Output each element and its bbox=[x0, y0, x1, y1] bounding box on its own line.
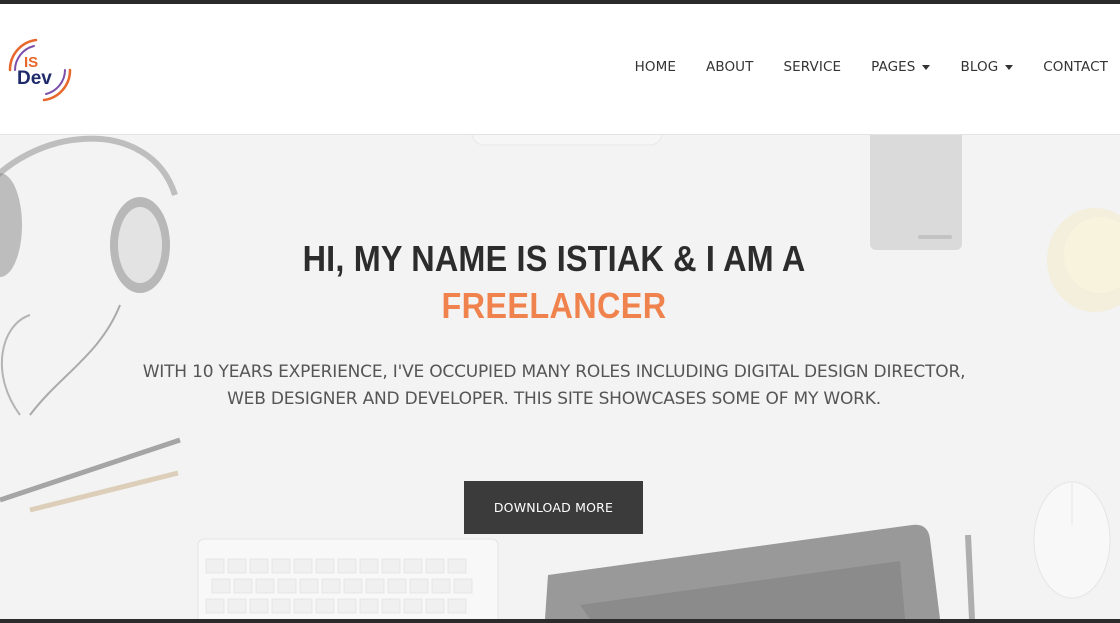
nav-item-label: HOME bbox=[634, 59, 676, 75]
main-nav: HOME ABOUT SERVICE PAGES BLOG CONTACT bbox=[605, 59, 1108, 75]
nav-item-label: CONTACT bbox=[1043, 59, 1108, 75]
site-logo[interactable]: IS Dev bbox=[4, 34, 76, 106]
download-more-button[interactable]: DOWNLOAD MORE bbox=[464, 481, 643, 534]
logo-mark-icon: IS Dev bbox=[8, 38, 72, 102]
site-header: IS Dev HOME ABOUT SERVICE PAGES BLOG CON… bbox=[0, 4, 1120, 135]
nav-item-service[interactable]: SERVICE bbox=[784, 59, 842, 75]
hero-highlight: FREELANCER bbox=[441, 285, 667, 326]
logo-text: Dev bbox=[17, 68, 52, 89]
nav-item-label: SERVICE bbox=[783, 59, 842, 75]
hero-subtitle-line1: WITH 10 YEARS EXPERIENCE, I'VE OCCUPIED … bbox=[142, 362, 966, 382]
hero-title: HI, MY NAME IS ISTIAK & I AM A bbox=[302, 238, 806, 279]
caret-down-icon bbox=[1005, 64, 1014, 70]
hero-subtitle-line2: WEB DESIGNER AND DEVELOPER. THIS SITE SH… bbox=[227, 389, 881, 409]
nav-item-label: PAGES bbox=[871, 59, 916, 75]
nav-item-home[interactable]: HOME bbox=[635, 59, 676, 75]
hero-section: HI, MY NAME IS ISTIAK & I AM A FREELANCE… bbox=[0, 135, 1120, 619]
nav-item-pages[interactable]: PAGES bbox=[871, 59, 931, 75]
nav-item-label: BLOG bbox=[960, 59, 999, 75]
nav-item-about[interactable]: ABOUT bbox=[706, 59, 754, 75]
caret-down-icon bbox=[922, 64, 931, 70]
nav-item-blog[interactable]: BLOG bbox=[960, 59, 1014, 75]
nav-item-label: ABOUT bbox=[705, 59, 754, 75]
nav-item-contact[interactable]: CONTACT bbox=[1043, 59, 1108, 75]
hero-subtitle: WITH 10 YEARS EXPERIENCE, I'VE OCCUPIED … bbox=[110, 359, 998, 413]
bottom-border bbox=[0, 619, 1120, 623]
